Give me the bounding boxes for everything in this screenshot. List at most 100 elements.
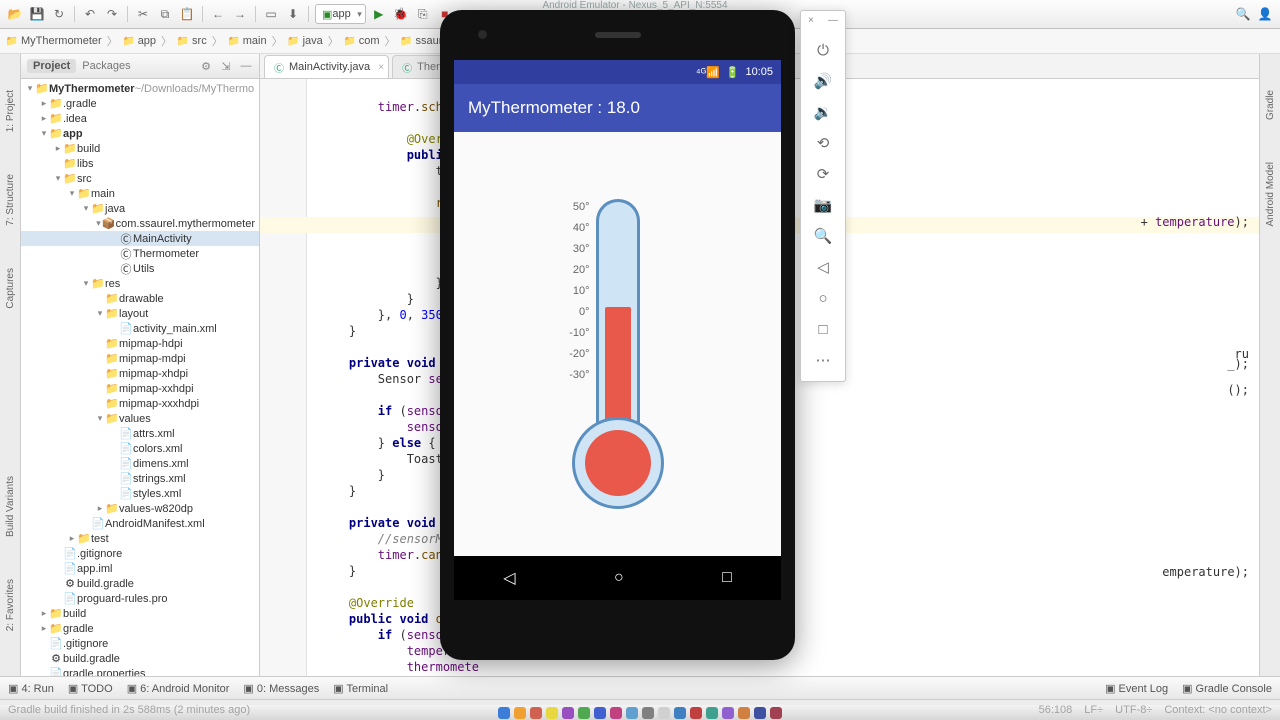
bottom-tab[interactable]: ▣ TODO <box>68 682 113 695</box>
emulator-button[interactable]: 🔉 <box>809 98 837 126</box>
tree-node[interactable]: ▸📁build <box>21 141 259 156</box>
minimize-icon[interactable]: — <box>828 15 838 29</box>
sdk-icon[interactable]: ⬇ <box>284 5 302 23</box>
tree-node[interactable]: 📄proguard-rules.pro <box>21 591 259 606</box>
stop-icon[interactable]: ■ <box>436 5 454 23</box>
tree-node[interactable]: ⒸThermometer <box>21 246 259 261</box>
tree-node[interactable]: 📁mipmap-hdpi <box>21 336 259 351</box>
tree-node[interactable]: 📄gradle.properties <box>21 666 259 676</box>
emulator-button[interactable]: ◁ <box>809 253 837 281</box>
tree-root[interactable]: ▾📁MyThermometer ~/Downloads/MyThermo <box>21 81 259 96</box>
dock-app-icon[interactable] <box>514 707 526 719</box>
tree-node[interactable]: 📄activity_main.xml <box>21 321 259 336</box>
tree-node[interactable]: ▾📁values <box>21 411 259 426</box>
bottom-tab[interactable]: ▣ 0: Messages <box>243 682 319 695</box>
tree-node[interactable]: 📄colors.xml <box>21 441 259 456</box>
forward-icon[interactable]: → <box>231 5 249 23</box>
dock-app-icon[interactable] <box>674 707 686 719</box>
tree-node[interactable]: 📄.gitignore <box>21 636 259 651</box>
tree-node[interactable]: ⒸUtils <box>21 261 259 276</box>
dock-app-icon[interactable] <box>690 707 702 719</box>
close-icon[interactable]: × <box>808 15 814 29</box>
sync-icon[interactable]: ↻ <box>50 5 68 23</box>
project-tree[interactable]: ▾📁MyThermometer ~/Downloads/MyThermo▸📁.g… <box>21 79 259 676</box>
tree-node[interactable]: 📁mipmap-xhdpi <box>21 366 259 381</box>
breadcrumb-item[interactable]: 📁com <box>344 35 380 47</box>
breadcrumb-item[interactable]: ⒸMainActivity <box>585 35 659 47</box>
tree-node[interactable]: 📁mipmap-xxxhdpi <box>21 396 259 411</box>
tree-node[interactable]: 📄app.iml <box>21 561 259 576</box>
close-icon[interactable]: × <box>378 62 384 73</box>
tree-node[interactable]: ▸📁.gradle <box>21 96 259 111</box>
tree-node[interactable]: ▾📦com.ssaurel.mythermometer <box>21 216 259 231</box>
breadcrumb-item[interactable]: 📁src <box>177 35 207 47</box>
tree-node[interactable]: 📄.gitignore <box>21 546 259 561</box>
back-icon[interactable]: ← <box>209 5 227 23</box>
tree-node[interactable]: ▾📁src <box>21 171 259 186</box>
dock-app-icon[interactable] <box>530 707 542 719</box>
macos-dock[interactable] <box>0 705 1280 720</box>
breadcrumb-item[interactable]: 📁app <box>123 35 156 47</box>
tree-node[interactable]: 📄strings.xml <box>21 471 259 486</box>
bottom-tab[interactable]: ▣ Terminal <box>333 682 388 695</box>
tool-tab[interactable]: Android Model <box>1263 156 1278 232</box>
tree-node[interactable]: ▾📁java <box>21 201 259 216</box>
paste-icon[interactable]: 📋 <box>178 5 196 23</box>
avd-icon[interactable]: ▭ <box>262 5 280 23</box>
attach-icon[interactable]: ⎘ <box>414 5 432 23</box>
dock-app-icon[interactable] <box>610 707 622 719</box>
tree-node[interactable]: 📄attrs.xml <box>21 426 259 441</box>
emulator-button[interactable]: 🔊 <box>809 67 837 95</box>
tree-node[interactable]: ⚙build.gradle <box>21 576 259 591</box>
dock-app-icon[interactable] <box>498 707 510 719</box>
bottom-tab[interactable]: ▣ Event Log <box>1105 682 1168 695</box>
breadcrumb-item[interactable]: 📁mythermometer <box>472 35 564 47</box>
tree-node[interactable]: 📁drawable <box>21 291 259 306</box>
bottom-tab[interactable]: ▣ 4: Run <box>8 682 54 695</box>
search-icon[interactable]: 🔍 <box>1234 5 1252 23</box>
emulator-button[interactable]: 📷 <box>809 191 837 219</box>
dock-app-icon[interactable] <box>706 707 718 719</box>
tree-node[interactable]: ▾📁res <box>21 276 259 291</box>
tree-node[interactable]: ▾📁main <box>21 186 259 201</box>
dock-app-icon[interactable] <box>738 707 750 719</box>
emulator-button[interactable]: ⟲ <box>809 129 837 157</box>
breadcrumb-item[interactable]: 📁ssaurel <box>401 35 451 47</box>
dock-app-icon[interactable] <box>658 707 670 719</box>
dock-app-icon[interactable] <box>594 707 606 719</box>
tree-node[interactable]: ▸📁values-w820dp <box>21 501 259 516</box>
tree-node[interactable]: ▸📁gradle <box>21 621 259 636</box>
tool-tab[interactable]: 7: Structure <box>3 168 18 232</box>
tree-node[interactable]: 📁mipmap-mdpi <box>21 351 259 366</box>
dock-app-icon[interactable] <box>562 707 574 719</box>
breadcrumb-item[interactable]: 📁java <box>288 35 323 47</box>
breadcrumb-item[interactable]: 📁MyThermometer <box>6 35 102 47</box>
dock-app-icon[interactable] <box>770 707 782 719</box>
project-view-mode[interactable]: Project <box>27 59 76 73</box>
tree-node[interactable]: 📁mipmap-xxhdpi <box>21 381 259 396</box>
breadcrumb-item[interactable]: 📁main <box>228 35 267 47</box>
tree-node[interactable]: 📄dimens.xml <box>21 456 259 471</box>
copy-icon[interactable]: ⧉ <box>156 5 174 23</box>
dock-app-icon[interactable] <box>578 707 590 719</box>
editor-tab[interactable]: ⒸThermom× <box>392 55 483 78</box>
tree-node[interactable]: 📄styles.xml <box>21 486 259 501</box>
dock-app-icon[interactable] <box>754 707 766 719</box>
close-icon[interactable]: × <box>472 62 478 73</box>
run-config-combo[interactable]: ▣ app <box>315 4 366 24</box>
emulator-button[interactable]: ○ <box>809 284 837 312</box>
redo-icon[interactable]: ↷ <box>103 5 121 23</box>
save-icon[interactable]: 💾 <box>28 5 46 23</box>
dock-app-icon[interactable] <box>722 707 734 719</box>
dock-app-icon[interactable] <box>642 707 654 719</box>
tree-node[interactable]: ▸📁build <box>21 606 259 621</box>
tool-tab[interactable]: Gradle <box>1263 84 1278 126</box>
dock-app-icon[interactable] <box>546 707 558 719</box>
tool-tab[interactable]: 1: Project <box>3 84 18 138</box>
emulator-button[interactable]: 🔍 <box>809 222 837 250</box>
tree-node[interactable]: ▾📁layout <box>21 306 259 321</box>
tree-node[interactable]: ⒸMainActivity <box>21 231 259 246</box>
tree-node[interactable]: ⚙build.gradle <box>21 651 259 666</box>
code-editor[interactable]: timer.schedule @Override public voi temp… <box>260 79 1259 676</box>
tree-node[interactable]: ▾📁app <box>21 126 259 141</box>
